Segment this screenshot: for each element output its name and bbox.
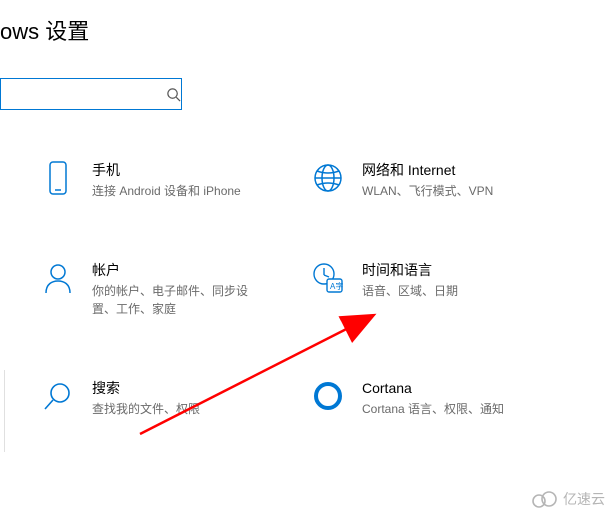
tile-search[interactable]: 搜索 查找我的文件、权限 (38, 376, 308, 418)
tile-network[interactable]: 网络和 Internet WLAN、飞行模式、VPN (308, 158, 578, 200)
search-box[interactable] (0, 78, 182, 110)
tile-title: Cortana (362, 378, 504, 398)
search-input[interactable] (0, 86, 166, 102)
search-icon (166, 79, 181, 109)
tile-sub: WLAN、飞行模式、VPN (362, 182, 493, 200)
magnifier-icon (38, 376, 78, 416)
tile-sub: 你的帐户、电子邮件、同步设置、工作、家庭 (92, 282, 262, 318)
time-language-icon: A字 (308, 258, 348, 298)
tile-sub: 查找我的文件、权限 (92, 400, 200, 418)
side-sliver (0, 370, 5, 452)
tile-phone[interactable]: 手机 连接 Android 设备和 iPhone (38, 158, 308, 200)
tile-accounts[interactable]: 帐户 你的帐户、电子邮件、同步设置、工作、家庭 (38, 258, 308, 318)
page-title: ows 设置 (0, 14, 89, 46)
tile-sub: 语音、区域、日期 (362, 282, 458, 300)
tile-title: 时间和语言 (362, 260, 458, 280)
globe-icon (308, 158, 348, 198)
tile-title: 手机 (92, 160, 241, 180)
svg-text:A字: A字 (330, 281, 343, 291)
cortana-icon (308, 376, 348, 416)
tile-title: 帐户 (92, 260, 262, 280)
tile-cortana[interactable]: Cortana Cortana 语言、权限、通知 (308, 376, 578, 418)
watermark: 亿速云 (531, 489, 605, 509)
tile-title: 网络和 Internet (362, 160, 493, 180)
tile-sub: Cortana 语言、权限、通知 (362, 400, 504, 418)
person-icon (38, 258, 78, 298)
watermark-text: 亿速云 (563, 489, 605, 509)
settings-tiles: 手机 连接 Android 设备和 iPhone 网络和 Internet WL… (38, 158, 598, 476)
tile-title: 搜索 (92, 378, 200, 398)
tile-sub: 连接 Android 设备和 iPhone (92, 182, 241, 200)
phone-icon (38, 158, 78, 198)
tile-time-language[interactable]: A字 时间和语言 语音、区域、日期 (308, 258, 578, 318)
